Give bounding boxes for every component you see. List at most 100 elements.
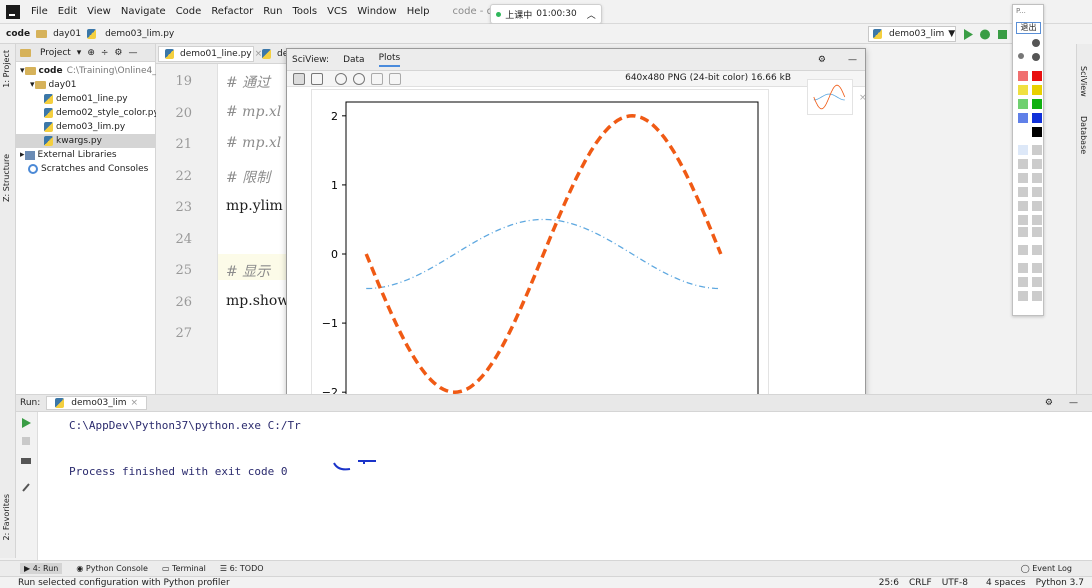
run-icon[interactable]: [964, 29, 973, 40]
tab-data[interactable]: Data: [343, 55, 365, 65]
color-swatch[interactable]: [1018, 99, 1028, 109]
tree-file[interactable]: demo02_style_color.py: [16, 106, 159, 120]
tool-tab-run[interactable]: ▶ 4: Run: [20, 563, 63, 574]
layout-icon[interactable]: [21, 456, 32, 466]
database-tool-tab[interactable]: Database: [1079, 116, 1088, 154]
tool-tab-event-log[interactable]: ◯ Event Log: [1021, 564, 1072, 573]
run-console[interactable]: C:\AppDev\Python37\python.exe C:/Tr Proc…: [38, 412, 1092, 560]
palette-tool-icon[interactable]: [1018, 39, 1024, 45]
color-swatch[interactable]: [1032, 113, 1042, 123]
class-timer[interactable]: 上课中 01:00:30 ︿: [490, 4, 602, 24]
status-interpreter[interactable]: Python 3.7: [1036, 578, 1084, 588]
palette-tool-icon[interactable]: [1032, 173, 1042, 183]
color-swatch[interactable]: [1018, 71, 1028, 81]
tree-scratches[interactable]: Scratches and Consoles: [16, 162, 155, 176]
color-swatch[interactable]: [1018, 85, 1028, 95]
palette-tool-icon[interactable]: [1032, 187, 1042, 197]
menu-file[interactable]: File: [26, 0, 53, 24]
run-config-select[interactable]: demo03_lim ▼: [868, 26, 956, 42]
tool-tab-todo[interactable]: ☰ 6: TODO: [220, 564, 264, 573]
menu-edit[interactable]: Edit: [53, 0, 82, 24]
tool-tab-terminal[interactable]: ▭ Terminal: [162, 564, 206, 573]
palette-tool-icon[interactable]: [1032, 291, 1042, 301]
palette-tool-icon[interactable]: [1032, 277, 1042, 287]
tool-tab-python-console[interactable]: ◉ Python Console: [76, 564, 148, 573]
status-indent[interactable]: 4 spaces: [986, 578, 1026, 588]
zoom-out-icon[interactable]: [353, 73, 365, 85]
status-line-separator[interactable]: CRLF: [909, 578, 932, 588]
chevron-up-icon[interactable]: ︿: [587, 8, 596, 21]
color-swatch[interactable]: [1032, 127, 1042, 137]
tree-root[interactable]: ▾ code C:\Training\Online4_202: [16, 64, 174, 78]
breadcrumb-root[interactable]: code: [6, 29, 30, 39]
color-swatch[interactable]: [1032, 85, 1042, 95]
editor-tab-demo01[interactable]: demo01_line.py ×: [158, 46, 262, 62]
status-caret-position[interactable]: 25:6: [879, 578, 899, 588]
palette-tool-icon[interactable]: [1032, 145, 1042, 155]
minimize-icon[interactable]: —: [848, 55, 857, 65]
project-tool-tab[interactable]: 1: Project: [2, 50, 11, 88]
pin-icon[interactable]: [21, 482, 32, 492]
menu-help[interactable]: Help: [402, 0, 435, 24]
close-thumbnail-icon[interactable]: ×: [859, 93, 867, 103]
favorites-tool-tab[interactable]: 2: Favorites: [2, 494, 11, 540]
palette-tool-icon[interactable]: [1032, 201, 1042, 211]
palette-tool-icon[interactable]: [1032, 159, 1042, 169]
chevron-down-icon[interactable]: ▾: [77, 48, 82, 58]
tab-plots[interactable]: Plots: [378, 53, 401, 67]
palette-tool-icon[interactable]: [1018, 145, 1028, 155]
run-tab[interactable]: demo03_lim ×: [46, 396, 148, 410]
palette-tool-icon[interactable]: [1018, 173, 1028, 183]
palette-tool-icon[interactable]: [1032, 245, 1042, 255]
menu-tools[interactable]: Tools: [287, 0, 322, 24]
status-encoding[interactable]: UTF-8: [942, 578, 968, 588]
breadcrumb-folder[interactable]: day01: [53, 29, 81, 39]
collapse-icon[interactable]: ÷: [101, 48, 109, 58]
code-editor[interactable]: 19 20 21 22 23 24 25 26 27 # 通过 # mp.xl # mp.xl # 限…: [156, 64, 289, 394]
menu-window[interactable]: Window: [352, 0, 401, 24]
palette-tool-icon[interactable]: [1032, 215, 1042, 225]
palette-tool-icon[interactable]: [1032, 227, 1042, 237]
menu-code[interactable]: Code: [171, 0, 207, 24]
tree-file[interactable]: demo03_lim.py: [16, 120, 155, 134]
locate-icon[interactable]: ⊕: [87, 48, 95, 58]
sciview-tool-tab[interactable]: SciView: [1079, 66, 1088, 97]
palette-tool-icon[interactable]: [1018, 227, 1028, 237]
palette-tool-icon[interactable]: [1018, 291, 1028, 301]
palette-exit-button[interactable]: 退出: [1016, 22, 1041, 34]
rerun-icon[interactable]: [21, 418, 32, 428]
expand-arrow-icon[interactable]: ▾: [30, 80, 35, 90]
palette-tool-icon[interactable]: [1032, 39, 1040, 47]
menu-vcs[interactable]: VCS: [322, 0, 352, 24]
palette-tool-icon[interactable]: [1018, 53, 1024, 59]
tree-file-selected[interactable]: kwargs.py: [16, 134, 155, 148]
menu-view[interactable]: View: [82, 0, 116, 24]
palette-tool-icon[interactable]: [1018, 245, 1028, 255]
fit-zoom-icon[interactable]: [389, 73, 401, 85]
stop-icon[interactable]: [21, 436, 32, 446]
close-icon[interactable]: ×: [131, 398, 139, 408]
coverage-icon[interactable]: [998, 30, 1007, 39]
actual-size-icon[interactable]: [371, 73, 383, 85]
gear-icon[interactable]: ⚙: [1045, 398, 1053, 408]
gear-icon[interactable]: ⚙: [818, 55, 826, 65]
debug-icon[interactable]: [980, 29, 990, 40]
zoom-in-icon[interactable]: [335, 73, 347, 85]
palette-tool-icon[interactable]: [1032, 53, 1040, 61]
menu-run[interactable]: Run: [258, 0, 287, 24]
gear-icon[interactable]: ⚙: [114, 48, 122, 58]
palette-tool-icon[interactable]: [1018, 263, 1028, 273]
color-swatch[interactable]: [1018, 127, 1028, 137]
palette-tool-icon[interactable]: [1018, 187, 1028, 197]
tree-file[interactable]: demo01_line.py: [16, 92, 155, 106]
tree-folder-day01[interactable]: ▾ day01: [16, 78, 155, 92]
project-view-select[interactable]: Project: [40, 48, 71, 58]
grid-icon[interactable]: [311, 73, 323, 85]
palette-tool-icon[interactable]: [1032, 263, 1042, 273]
minimize-icon[interactable]: —: [1069, 398, 1078, 408]
palette-tool-icon[interactable]: [1018, 215, 1028, 225]
menu-navigate[interactable]: Navigate: [116, 0, 171, 24]
editor-tab-partial[interactable]: de: [258, 46, 286, 62]
palette-tool-icon[interactable]: [1018, 277, 1028, 287]
structure-tool-tab[interactable]: Z: Structure: [2, 154, 11, 202]
